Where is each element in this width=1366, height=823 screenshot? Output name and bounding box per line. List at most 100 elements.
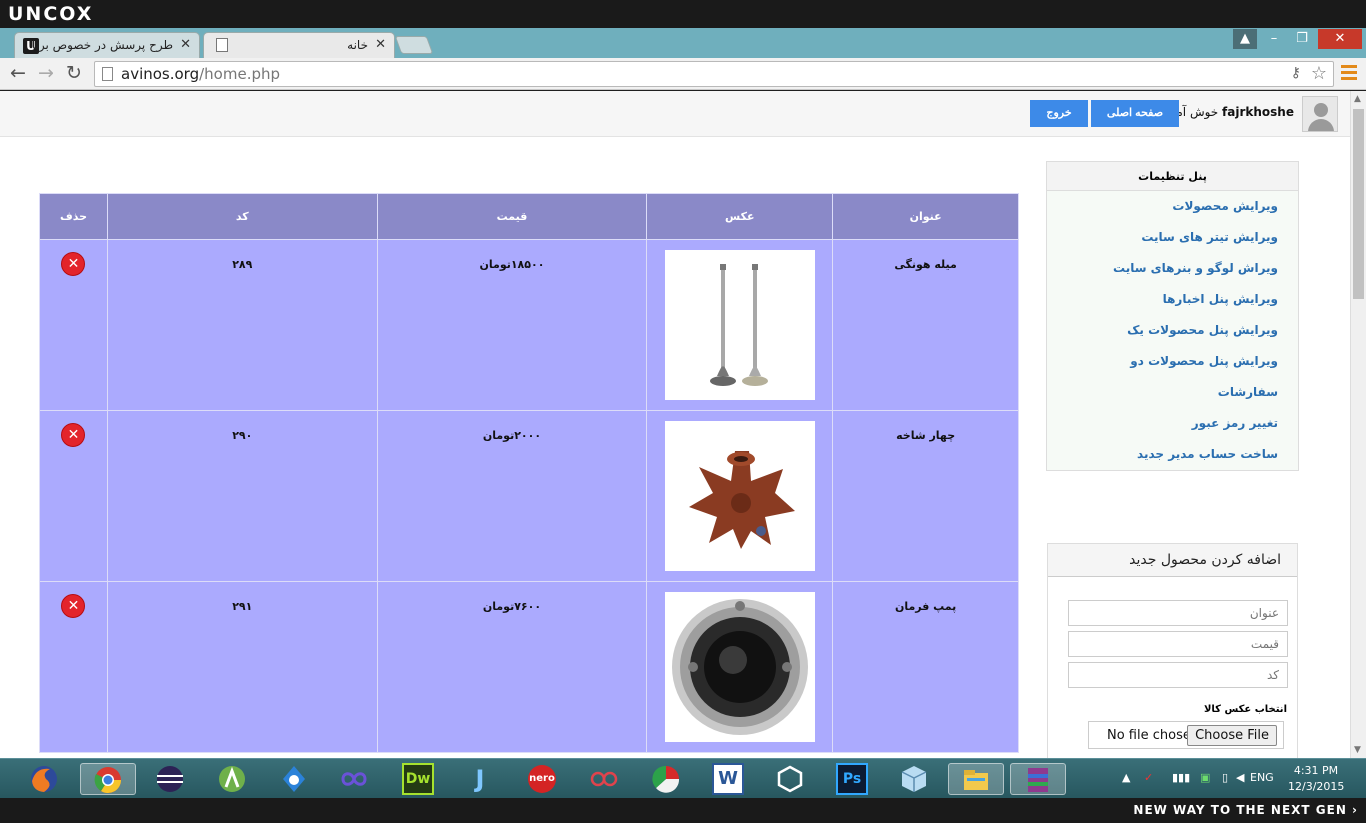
col-header-price: قیمت	[376, 193, 648, 240]
home-button[interactable]: صفحه اصلی	[1091, 100, 1179, 127]
clock-date: 12/3/2015	[1288, 780, 1345, 793]
tray-app-icon[interactable]: ✓	[1144, 771, 1153, 784]
file-input[interactable]: No file chosen Choose File	[1088, 721, 1284, 749]
products-table: عنوان عکس قیمت کد حذف میله هونگی ۱۸۵۰۰تو…	[39, 193, 1019, 753]
scroll-up-icon[interactable]: ▲	[1354, 94, 1361, 104]
nero-icon[interactable]: nero	[526, 763, 558, 795]
col-header-image: عکس	[646, 193, 834, 240]
col-header-delete: حذف	[39, 193, 108, 240]
delete-icon[interactable]: ✕	[61, 594, 86, 618]
tab-close-icon[interactable]: ✕	[180, 37, 191, 52]
profile-icon[interactable]: ▲	[1233, 29, 1257, 49]
tab-title: خانه	[347, 38, 368, 52]
delete-cell: ✕	[39, 410, 108, 582]
chrome-icon[interactable]	[80, 763, 136, 795]
settings-link[interactable]: ویرایش پنل محصولات یک	[1047, 315, 1278, 346]
pie-icon[interactable]	[650, 763, 682, 795]
tab-close-icon[interactable]: ✕	[375, 37, 386, 52]
minimize-icon[interactable]: –	[1262, 29, 1286, 49]
tab-active[interactable]: خانه ✕	[203, 32, 395, 58]
box-icon[interactable]	[898, 763, 930, 795]
menu-icon[interactable]	[1341, 65, 1357, 81]
os-brand-logo: UNCOX	[8, 3, 94, 25]
unity-icon[interactable]	[774, 763, 806, 795]
add-product-panel: اضافه کردن محصول جدید انتخاب عکس کالا No…	[1047, 543, 1298, 758]
table-row: پمپ فرمان ۷۶۰۰تومان ۲۹۱ ✕	[39, 581, 1019, 753]
back-icon[interactable]: ←	[6, 62, 30, 84]
tray-uncox-icon[interactable]: ▣	[1200, 771, 1210, 784]
clock-time: 4:31 PM	[1293, 764, 1339, 777]
url-host: avinos.org	[121, 65, 200, 83]
network-icon[interactable]: ▮▮▮	[1172, 771, 1190, 784]
settings-link[interactable]: ویرایش پنل محصولات دو	[1047, 346, 1278, 377]
new-tab-button[interactable]	[394, 36, 434, 54]
product-image-valves	[664, 250, 815, 400]
firefox-icon[interactable]	[28, 763, 60, 795]
forward-icon[interactable]: →	[34, 62, 58, 84]
logout-button[interactable]: خروج	[1030, 100, 1088, 127]
product-price-input[interactable]	[1068, 631, 1288, 657]
delete-icon[interactable]: ✕	[61, 252, 86, 276]
settings-link[interactable]: تغییر رمز عبور	[1047, 408, 1278, 439]
android-studio-icon[interactable]	[216, 763, 248, 795]
delete-cell: ✕	[39, 239, 108, 411]
delete-icon[interactable]: ✕	[61, 423, 86, 447]
page-viewport: fajrkhoshe خوش آمدید صفحه اصلی خروج پنل …	[0, 91, 1350, 758]
winrar-icon[interactable]	[1010, 763, 1066, 795]
glasses-icon[interactable]	[588, 763, 620, 795]
reload-icon[interactable]: ↻	[62, 62, 86, 84]
settings-link[interactable]: ویرایش تیتر های سایت	[1047, 222, 1278, 253]
product-code-input[interactable]	[1068, 662, 1288, 688]
settings-link[interactable]: سفارشات	[1047, 377, 1278, 408]
volume-icon[interactable]: ◀	[1236, 771, 1244, 784]
product-title-input[interactable]	[1068, 600, 1288, 626]
settings-link[interactable]: ساخت حساب مدیر جدید	[1047, 439, 1278, 470]
os-taskbar: Dw J nero W Ps ▲ ✓ ▮▮▮ ▣ ▯ ◀ ENG 4:31 PM…	[0, 758, 1366, 798]
url-text[interactable]: avinos.org/home.php	[121, 65, 280, 83]
page-scrollbar[interactable]: ▲ ▼	[1350, 91, 1366, 758]
scrollbar-thumb[interactable]	[1353, 109, 1364, 299]
settings-link[interactable]: ویرایش پنل اخبارها	[1047, 284, 1278, 315]
os-top-strip: UNCOX	[0, 0, 1366, 28]
scroll-down-icon[interactable]: ▼	[1354, 745, 1361, 755]
explorer-icon[interactable]	[948, 763, 1004, 795]
dreamweaver-icon[interactable]: Dw	[402, 763, 434, 795]
settings-link[interactable]: ویرایش محصولات	[1047, 191, 1278, 222]
browser-tab-bar: U طرح پرسش در خصوص برنا ✕ خانه ✕ ▲ – ❐ ✕	[0, 28, 1366, 58]
close-window-icon[interactable]: ✕	[1318, 29, 1362, 49]
table-row: چهار شاخه ۲۰۰۰تومان ۲۹۰ ✕	[39, 410, 1019, 582]
tray-expand-icon[interactable]: ▲	[1122, 771, 1130, 784]
product-image-cell	[646, 239, 834, 411]
choose-file-button[interactable]: Choose File	[1187, 725, 1277, 746]
key-icon[interactable]: ⚷	[1291, 65, 1301, 81]
maximize-icon[interactable]: ❐	[1290, 29, 1314, 49]
photoshop-icon[interactable]: Ps	[836, 763, 868, 795]
product-image-cell	[646, 410, 834, 582]
ji-icon[interactable]: J	[464, 763, 496, 795]
word-icon[interactable]: W	[712, 763, 744, 795]
power-icon[interactable]: ▯	[1222, 771, 1228, 784]
no-file-text: No file chosen	[1107, 728, 1200, 743]
username: fajrkhoshe	[1222, 105, 1294, 119]
system-clock[interactable]: 4:31 PM 12/3/2015	[1288, 763, 1344, 795]
browser-toolbar: ← → ↻ avinos.org/home.php ⚷ ☆	[0, 58, 1366, 90]
product-code: ۲۹۰	[106, 410, 378, 582]
language-indicator[interactable]: ENG	[1250, 771, 1274, 784]
table-header-row: عنوان عکس قیمت کد حذف	[39, 193, 1019, 240]
product-title: چهار شاخه	[832, 410, 1019, 582]
product-title: میله هونگی	[832, 239, 1019, 411]
bookmark-star-icon[interactable]: ☆	[1311, 63, 1327, 84]
eclipse-icon[interactable]	[154, 763, 186, 795]
page-icon	[216, 38, 228, 52]
welcome-message: fajrkhoshe خوش آمدید	[1160, 105, 1294, 119]
app-drop-icon[interactable]	[278, 763, 310, 795]
add-product-title: اضافه کردن محصول جدید	[1048, 544, 1297, 577]
settings-link[interactable]: ویراش لوگو و بنرهای سایت	[1047, 253, 1278, 284]
nero-label: nero	[529, 773, 555, 784]
address-bar[interactable]: avinos.org/home.php ⚷ ☆	[94, 61, 1334, 87]
product-price: ۲۰۰۰تومان	[376, 410, 648, 582]
tab-inactive[interactable]: U طرح پرسش در خصوص برنا ✕	[14, 32, 200, 58]
product-price: ۷۶۰۰تومان	[376, 581, 648, 753]
product-image-cell	[646, 581, 834, 753]
infinity-icon[interactable]	[338, 763, 370, 795]
